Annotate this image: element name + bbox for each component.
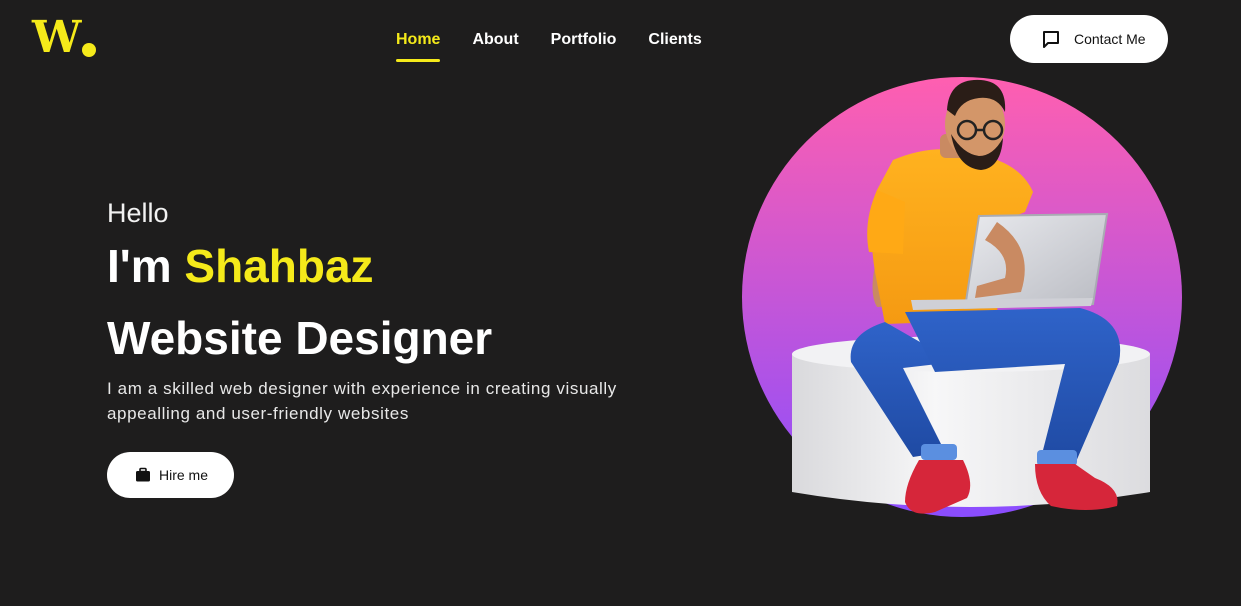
hero-greeting: Hello [107, 198, 169, 228]
person-with-laptop-illustration [735, 72, 1195, 532]
nav-item-about[interactable]: About [472, 30, 518, 50]
chat-bubble-icon [1040, 28, 1062, 50]
hero-name-line: I'm Shahbaz [107, 238, 667, 294]
hero-role: Website Designer [107, 312, 493, 364]
briefcase-icon [135, 467, 151, 483]
logo-letter: W [32, 12, 81, 63]
nav-item-label: Home [396, 31, 441, 48]
hero-name: Shahbaz [184, 240, 374, 292]
hero-intro-prefix: I'm [107, 240, 185, 292]
nav-item-label: Clients [648, 31, 702, 48]
hero-section: Hello I'm Shahbaz Website Designer I am … [107, 196, 667, 498]
logo-dot [82, 43, 96, 57]
nav-item-label: About [472, 31, 519, 48]
nav-item-clients[interactable]: Clients [648, 30, 701, 50]
nav-item-home[interactable]: Home [396, 30, 441, 62]
nav-item-label: Portfolio [550, 31, 617, 48]
left-cuff [921, 444, 957, 460]
hire-me-button[interactable]: Hire me [107, 452, 234, 498]
contact-me-button[interactable]: Contact Me [1010, 15, 1168, 63]
nav-item-portfolio[interactable]: Portfolio [551, 30, 617, 50]
hero-description: I am a skilled web designer with experie… [107, 379, 617, 423]
logo[interactable]: W [32, 16, 102, 62]
hire-me-label: Hire me [159, 467, 209, 483]
right-cuff [1037, 450, 1077, 466]
nav-active-underline [396, 59, 441, 62]
contact-me-label: Contact Me [1074, 31, 1146, 47]
main-nav: Home About Portfolio Clients [396, 30, 702, 62]
